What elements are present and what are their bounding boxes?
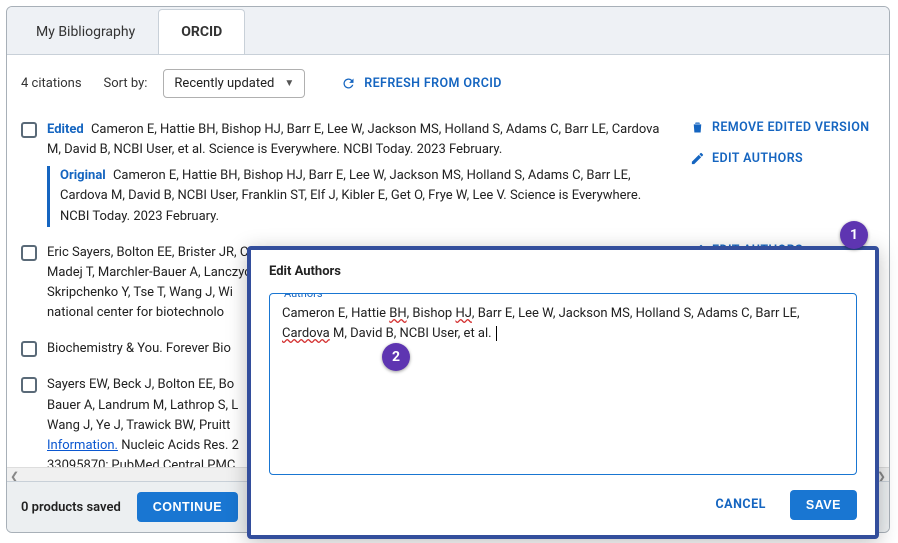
edit-authors-modal: Edit Authors Authors * Cameron E, Hattie… (247, 246, 879, 539)
save-button[interactable]: SAVE (790, 490, 857, 520)
authors-textarea[interactable]: Authors * Cameron E, Hattie BH, Bishop H… (269, 293, 857, 475)
cancel-button[interactable]: CANCEL (710, 489, 772, 520)
tab-orcid[interactable]: ORCID (158, 9, 245, 54)
row-checkbox[interactable] (21, 341, 37, 357)
row-checkbox[interactable] (21, 122, 37, 138)
tab-bar: My Bibliography ORCID (7, 7, 889, 55)
sort-value: Recently updated (174, 76, 274, 91)
citation-count: 4 citations (21, 76, 82, 91)
modal-title: Edit Authors (269, 264, 857, 279)
annotation-badge-1: 1 (840, 221, 868, 249)
row-checkbox[interactable] (21, 377, 37, 393)
citation-text: Cameron E, Hattie BH, Bishop HJ, Barr E,… (47, 122, 659, 157)
refresh-from-orcid-button[interactable]: Refresh from ORCID (341, 76, 502, 91)
refresh-icon (341, 76, 356, 91)
citation-original-text: Cameron E, Hattie BH, Bishop HJ, Barr E,… (60, 168, 641, 223)
remove-edited-version-button[interactable]: Remove Edited Version (690, 120, 869, 135)
tab-my-bibliography[interactable]: My Bibliography (13, 9, 158, 54)
toolbar: 4 citations Sort by: Recently updated ▼ … (7, 55, 889, 112)
citation-text: Nucleic Acids Res. 2 (118, 438, 239, 453)
trash-icon (690, 120, 705, 135)
text-cursor (493, 326, 497, 341)
annotation-badge-2: 2 (382, 343, 410, 371)
sort-by-label: Sort by: (104, 76, 148, 91)
edit-authors-button[interactable]: Edit Authors (690, 151, 803, 166)
field-label: Authors * (280, 293, 334, 302)
sort-select[interactable]: Recently updated ▼ (163, 69, 305, 98)
original-label: Original (60, 168, 106, 183)
products-saved-label: 0 products saved (21, 500, 121, 515)
row-checkbox[interactable] (21, 245, 37, 261)
continue-button[interactable]: CONTINUE (137, 492, 238, 522)
citation-row: Edited Cameron E, Hattie BH, Bishop HJ, … (21, 112, 875, 235)
citation-link[interactable]: Information. (47, 438, 118, 453)
pencil-icon (690, 151, 705, 166)
edited-label: Edited (47, 122, 84, 137)
caret-down-icon: ▼ (284, 78, 294, 89)
